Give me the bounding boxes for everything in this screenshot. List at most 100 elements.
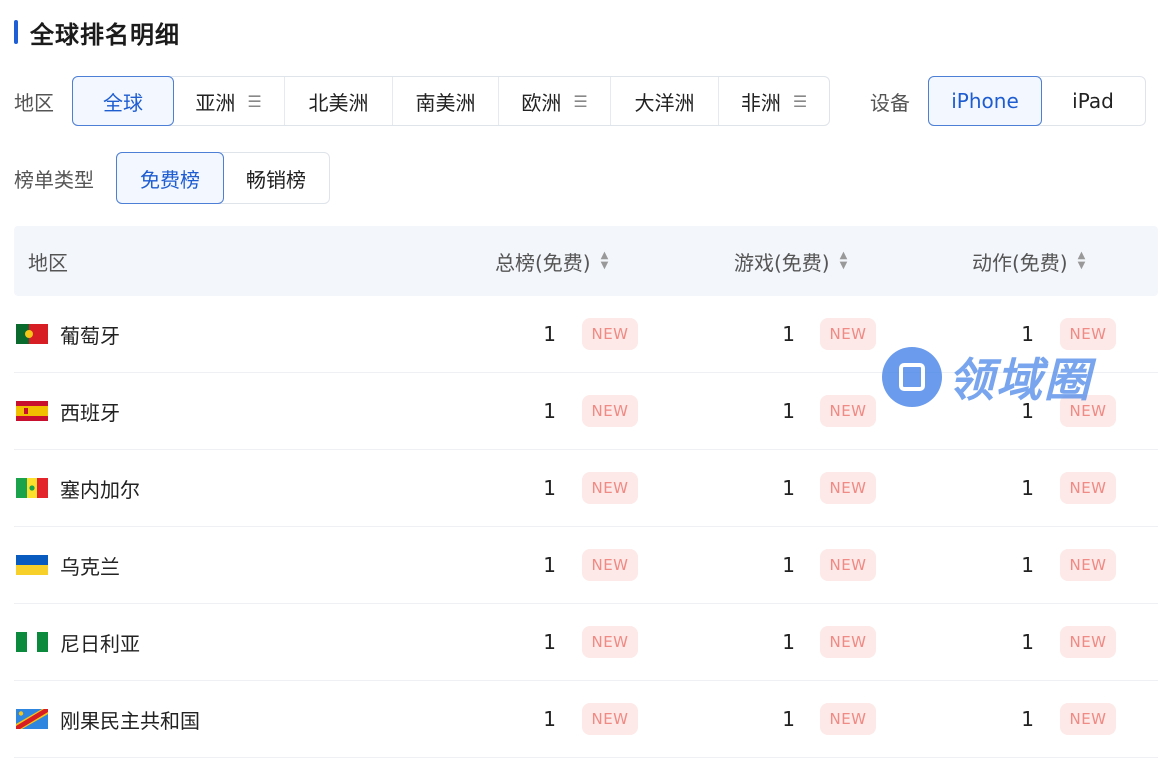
region-name: 塞内加尔 <box>60 477 140 502</box>
new-badge: NEW <box>820 626 876 658</box>
flag-icon <box>16 632 48 652</box>
new-badge: NEW <box>582 395 638 427</box>
region-option[interactable]: 非洲 ☰ <box>719 77 829 125</box>
region-name: 尼日利亚 <box>60 631 140 656</box>
device-option[interactable]: iPad <box>1041 77 1145 125</box>
region-option[interactable]: 欧洲 ☰ <box>499 77 611 125</box>
new-badge: NEW <box>1060 472 1116 504</box>
page-title: 全球排名明细 <box>30 20 180 49</box>
watermark-icon <box>882 347 942 407</box>
overall-rank: 1 <box>543 399 556 423</box>
new-badge: NEW <box>820 395 876 427</box>
column-header-action[interactable]: 动作(免费) ▲ ▼ <box>972 247 1085 276</box>
overall-rank: 1 <box>543 476 556 500</box>
table-row: 刚果民主共和国 1 NEW 1 NEW 1 NEW <box>14 681 1158 758</box>
region-filter-label: 地区 <box>14 90 54 115</box>
device-filter-label: 设备 <box>870 90 910 115</box>
flag-icon <box>16 555 48 575</box>
flag-icon <box>16 478 48 498</box>
device-option-label: iPhone <box>951 89 1019 113</box>
overall-rank: 1 <box>543 630 556 654</box>
overall-rank: 1 <box>543 707 556 731</box>
column-header-games[interactable]: 游戏(免费) ▲ ▼ <box>734 247 847 276</box>
region-option[interactable]: 南美洲 <box>393 77 499 125</box>
action-rank: 1 <box>1021 707 1034 731</box>
chart-type-filter-label: 榜单类型 <box>14 167 94 192</box>
section-header: 全球排名明细 <box>14 14 180 50</box>
column-header-games-label: 游戏(免费) <box>734 250 830 275</box>
flag-icon <box>16 324 48 344</box>
new-badge: NEW <box>820 549 876 581</box>
new-badge: NEW <box>820 472 876 504</box>
action-rank: 1 <box>1021 630 1034 654</box>
region-filter-row: 地区 全球 亚洲 ☰ 北美洲 南美洲 欧洲 ☰ 大洋洲 非洲 ☰ 设备 iPhone iPad <box>14 76 1146 126</box>
region-option-label: 非洲 <box>740 90 781 115</box>
new-badge: NEW <box>820 703 876 735</box>
overall-rank: 1 <box>543 553 556 577</box>
column-header-overall[interactable]: 总榜(免费) ▲ ▼ <box>495 247 608 276</box>
games-rank: 1 <box>782 630 795 654</box>
region-option-label: 亚洲 <box>195 90 236 115</box>
region-name: 刚果民主共和国 <box>60 708 200 733</box>
region-name: 葡萄牙 <box>60 323 120 348</box>
region-name: 西班牙 <box>60 400 120 425</box>
device-option-label: iPad <box>1072 89 1114 113</box>
region-option-label: 欧洲 <box>521 90 562 115</box>
ranking-table: 地区 总榜(免费) ▲ ▼ 游戏(免费) ▲ ▼ 动作(免费) ▲ ▼ 葡萄牙 1 NEW… <box>14 226 1158 758</box>
table-row: 塞内加尔 1 NEW 1 NEW 1 NEW <box>14 450 1158 527</box>
new-badge: NEW <box>582 549 638 581</box>
column-header-action-label: 动作(免费) <box>972 250 1068 275</box>
menu-lines-icon[interactable]: ☰ <box>247 92 261 111</box>
menu-lines-icon[interactable]: ☰ <box>573 92 587 111</box>
table-row: 尼日利亚 1 NEW 1 NEW 1 NEW <box>14 604 1158 681</box>
watermark-logo: 领域圈 <box>882 344 1092 410</box>
region-option-label: 南美洲 <box>415 90 476 115</box>
new-badge: NEW <box>582 626 638 658</box>
games-rank: 1 <box>782 476 795 500</box>
games-rank: 1 <box>782 399 795 423</box>
games-rank: 1 <box>782 553 795 577</box>
sort-icon[interactable]: ▲ ▼ <box>840 251 848 271</box>
region-option-label: 大洋洲 <box>634 90 695 115</box>
action-rank: 1 <box>1021 476 1034 500</box>
new-badge: NEW <box>1060 549 1116 581</box>
flag-icon <box>16 709 48 729</box>
device-option[interactable]: iPhone <box>928 76 1042 126</box>
games-rank: 1 <box>782 707 795 731</box>
new-badge: NEW <box>1060 626 1116 658</box>
chart-type-option[interactable]: 畅销榜 <box>223 153 329 203</box>
region-option[interactable]: 北美洲 <box>285 77 393 125</box>
action-rank: 1 <box>1021 322 1034 346</box>
table-header: 地区 总榜(免费) ▲ ▼ 游戏(免费) ▲ ▼ 动作(免费) ▲ ▼ <box>14 226 1158 296</box>
watermark-text: 领域圈 <box>948 353 1092 407</box>
region-option-label: 全球 <box>103 90 143 115</box>
flag-icon <box>16 401 48 421</box>
column-header-overall-label: 总榜(免费) <box>495 250 591 275</box>
chart-type-option-label: 免费榜 <box>140 167 200 192</box>
overall-rank: 1 <box>543 322 556 346</box>
region-segmented-control: 全球 亚洲 ☰ 北美洲 南美洲 欧洲 ☰ 大洋洲 非洲 ☰ <box>72 76 830 126</box>
action-rank: 1 <box>1021 553 1034 577</box>
chart-type-filter-row: 榜单类型 免费榜 畅销榜 <box>14 152 330 204</box>
new-badge: NEW <box>582 472 638 504</box>
chart-type-option[interactable]: 免费榜 <box>116 152 224 204</box>
new-badge: NEW <box>582 318 638 350</box>
sort-icon[interactable]: ▲ ▼ <box>1078 251 1086 271</box>
new-badge: NEW <box>1060 703 1116 735</box>
new-badge: NEW <box>582 703 638 735</box>
region-option[interactable]: 大洋洲 <box>611 77 719 125</box>
chart-type-segmented-control: 免费榜 畅销榜 <box>116 152 330 204</box>
region-option-label: 北美洲 <box>308 90 369 115</box>
region-option[interactable]: 亚洲 ☰ <box>173 77 285 125</box>
menu-lines-icon[interactable]: ☰ <box>793 92 807 111</box>
chart-type-option-label: 畅销榜 <box>246 167 306 192</box>
new-badge: NEW <box>820 318 876 350</box>
table-row: 乌克兰 1 NEW 1 NEW 1 NEW <box>14 527 1158 604</box>
device-segmented-control: iPhone iPad <box>928 76 1146 126</box>
column-header-region: 地区 <box>28 250 68 275</box>
region-name: 乌克兰 <box>60 554 120 579</box>
sort-icon[interactable]: ▲ ▼ <box>601 251 609 271</box>
region-option[interactable]: 全球 <box>72 76 174 126</box>
title-accent-bar <box>14 20 18 44</box>
games-rank: 1 <box>782 322 795 346</box>
